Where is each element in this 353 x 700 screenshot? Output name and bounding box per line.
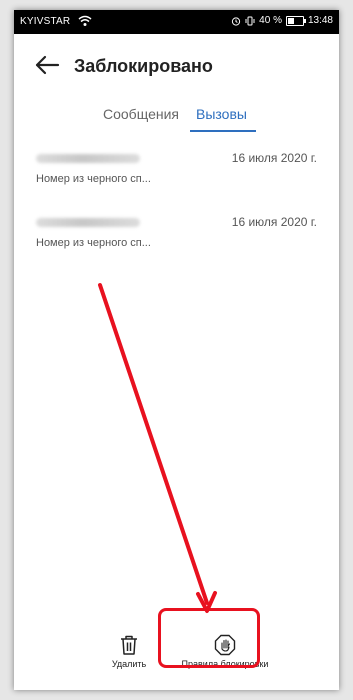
delete-label: Удалить (111, 659, 147, 669)
trash-icon (121, 635, 137, 655)
stop-hand-icon (214, 634, 236, 656)
battery-icon (285, 15, 306, 26)
call-date: 16 июля 2020 г. (231, 151, 317, 165)
page-title: Заблокировано (74, 56, 213, 76)
blurred-phone-number (36, 218, 140, 227)
wifi-icon (78, 15, 92, 26)
call-subtitle: Номер из черного сп... (36, 173, 151, 185)
blocking-rules-label: Правила блокировки (181, 659, 269, 669)
tab-messages[interactable]: Сообщения (103, 106, 179, 122)
app-header: Заблокировано (14, 48, 339, 88)
status-bar: KYIVSTAR 40 % 13:48 (14, 10, 339, 34)
battery-percent: 40 % (259, 15, 282, 26)
back-arrow-icon[interactable] (34, 54, 60, 76)
carrier-name: KYIVSTAR (20, 16, 71, 27)
blocking-rules-button[interactable]: Правила блокировки (170, 634, 280, 680)
active-tab-indicator (190, 130, 256, 132)
battery-level (287, 17, 294, 24)
phone-screen: KYIVSTAR 40 % 13:48 Заблокировано Сообще… (14, 10, 339, 690)
tab-calls[interactable]: Вызовы (196, 106, 247, 122)
blocked-call-item[interactable]: 16 июля 2020 г. Номер из черного сп... (14, 210, 339, 268)
alarm-icon (232, 16, 241, 26)
vibrate-icon (245, 16, 255, 25)
call-subtitle: Номер из черного сп... (36, 237, 151, 249)
call-date: 16 июля 2020 г. (231, 215, 317, 229)
clock: 13:48 (307, 15, 333, 26)
blocked-call-item[interactable]: 16 июля 2020 г. Номер из черного сп... (14, 146, 339, 204)
bottom-action-bar: Удалить Правила блокировки (14, 624, 339, 690)
tab-bar: Сообщения Вызовы (14, 102, 339, 134)
blurred-phone-number (36, 154, 140, 163)
delete-button[interactable]: Удалить (109, 634, 149, 680)
